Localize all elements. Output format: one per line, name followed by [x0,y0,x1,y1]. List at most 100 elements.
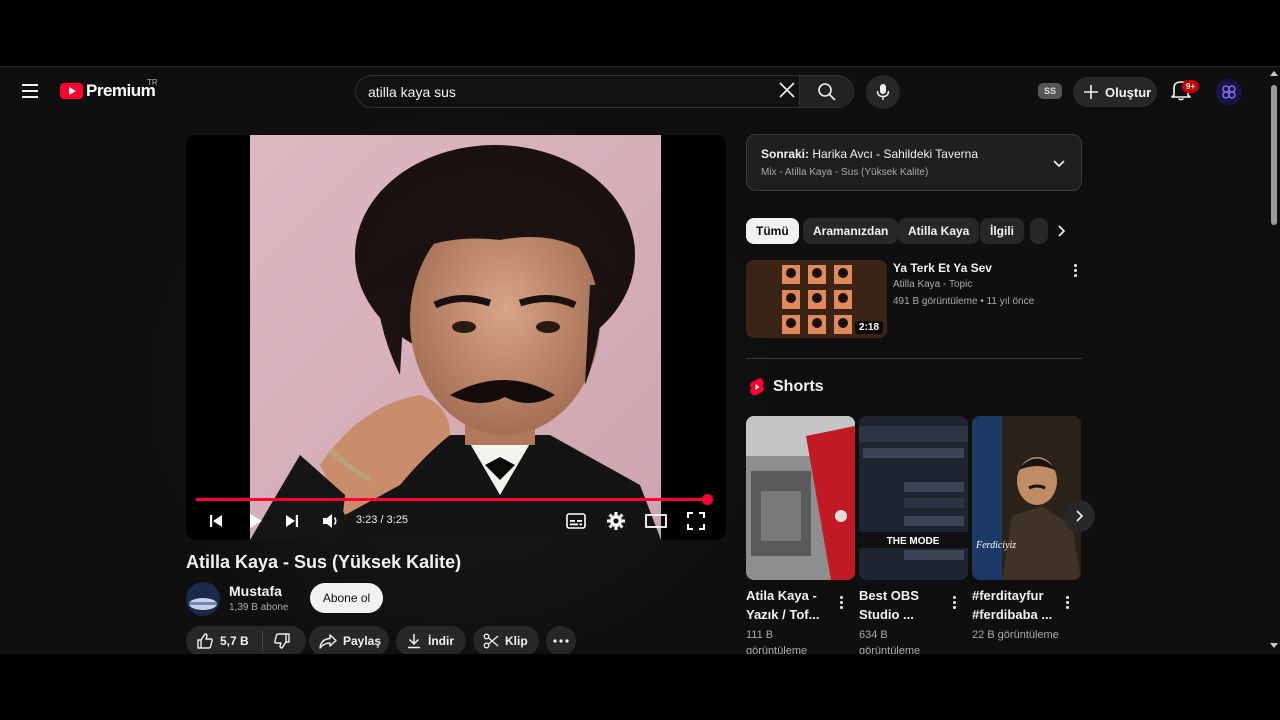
scroll-up-arrow-icon[interactable] [1270,71,1278,76]
time-display: 3:23 / 3:25 [356,514,408,526]
short-views-3: 22 B görüntüleme [972,629,1059,641]
like-dislike-group: 5,7 B [186,626,306,654]
short-title-1[interactable]: Atila Kaya - Yazık / Tof... [746,586,836,624]
account-avatar[interactable] [1216,79,1242,105]
short-card-1[interactable] [746,416,855,580]
short-views-1: 111 B görüntüleme [746,629,808,654]
share-icon [319,634,337,649]
like-button[interactable]: 5,7 B [186,632,262,650]
subscribe-button[interactable]: Abone ol [310,583,383,613]
theater-mode-button[interactable] [644,509,668,533]
section-divider [746,358,1082,359]
channel-name[interactable]: Mustafa [229,583,282,599]
previous-button[interactable] [204,509,228,533]
video-frame [250,135,661,540]
video-title: Atilla Kaya - Sus (Yüksek Kalite) [186,552,462,572]
more-horizontal-icon [553,639,569,643]
search-icon [817,82,836,101]
progress-played [196,498,707,501]
clip-button[interactable]: Klip [473,626,539,654]
ss-extension-badge[interactable]: SS [1038,83,1062,99]
gear-icon [607,512,625,530]
scroll-thumb[interactable] [1271,85,1277,225]
recommended-channel[interactable]: Atilla Kaya - Topic [893,279,972,290]
share-label: Paylaş [343,634,382,648]
thumbs-up-icon [197,633,213,649]
chevron-down-icon[interactable] [1049,153,1069,173]
progress-scrubber[interactable] [701,494,713,505]
subscriber-count: 1,39 B abone [229,602,289,613]
short-thumbnail [746,416,855,580]
create-button[interactable]: Oluştur [1073,77,1157,107]
short-thumbnail: Ferdiciyiz [972,416,1081,580]
play-button[interactable] [243,509,267,533]
shorts-next-button[interactable] [1063,500,1095,532]
search-button[interactable] [800,75,854,108]
up-next-playlist: Mix - Atilla Kaya - Sus (Yüksek Kalite) [761,167,929,178]
chip-all[interactable]: Tümü [746,218,799,244]
more-actions-button[interactable] [546,626,576,654]
short-title-2[interactable]: Best OBS Studio ... [859,586,949,624]
share-button[interactable]: Paylaş [309,626,389,654]
chips-next-icon[interactable] [1050,220,1072,242]
clear-search-icon[interactable] [777,80,799,102]
shorts-logo-icon [750,378,764,396]
up-next-prefix: Sonraki: [761,147,810,161]
download-button[interactable]: İndir [396,626,466,654]
more-vert-icon[interactable] [833,593,849,611]
search-input[interactable] [368,76,768,107]
chip-from-search[interactable]: Aramanızdan [803,218,899,244]
video-duration: 2:18 [854,321,883,334]
more-vert-icon[interactable] [946,593,962,611]
short-card-2[interactable]: THE MODE [859,416,968,580]
logo-text: Premium [86,81,156,100]
play-icon [250,514,262,528]
plus-icon [1084,85,1098,99]
scissors-icon [483,633,499,649]
create-label: Oluştur [1105,84,1152,100]
recommended-meta: 491 B görüntüleme • 11 yıl önce [893,296,1035,307]
scroll-down-arrow-icon[interactable] [1270,643,1278,648]
masthead: Premium TR SS Oluştur 9+ [0,67,1268,115]
microphone-icon [876,84,890,100]
up-next-line: Sonraki: Harika Avcı - Sahildeki Taverna [761,147,978,161]
voice-search-button[interactable] [866,75,900,109]
video-player[interactable]: 3:23 / 3:25 [186,135,726,540]
progress-bar[interactable] [196,494,713,505]
dislike-button[interactable] [263,632,297,650]
youtube-premium-logo[interactable]: Premium [60,81,156,101]
short-thumbnail: THE MODE [859,416,968,580]
clip-label: Klip [505,634,528,648]
youtube-play-icon [60,83,83,99]
up-next-panel[interactable]: Sonraki: Harika Avcı - Sahildeki Taverna… [746,134,1082,191]
chip-atilla-kaya[interactable]: Atilla Kaya [898,218,980,244]
skip-next-icon [286,515,298,527]
like-count: 5,7 B [220,634,249,648]
avatar-pattern-icon [1222,85,1236,99]
more-vert-icon[interactable] [1067,261,1083,279]
next-button[interactable] [280,509,304,533]
short-card-3[interactable]: Ferdiciyiz [972,416,1081,580]
volume-button[interactable] [319,509,343,533]
country-code: TR [147,78,158,87]
chip-related[interactable]: İlgili [980,218,1024,244]
chip-partial[interactable] [1030,218,1048,244]
theater-icon [645,514,667,528]
menu-icon[interactable] [14,75,46,107]
short-caption: THE MODE [887,536,940,547]
chevron-right-icon [1076,510,1084,522]
settings-button[interactable] [604,509,628,533]
short-views-2: 634 B görüntüleme [859,629,921,654]
youtube-page: Premium TR SS Oluştur 9+ [0,66,1280,654]
fullscreen-icon [687,512,705,530]
recommended-title[interactable]: Ya Terk Et Ya Sev [893,261,992,275]
page-scrollbar[interactable] [1268,67,1280,654]
recommended-thumbnail[interactable]: 2:18 [746,260,887,338]
short-title-3[interactable]: #ferditayfur #ferdibaba ... [972,586,1062,624]
more-vert-icon[interactable] [1059,593,1075,611]
shorts-header: Shorts [749,377,824,397]
subtitles-button[interactable] [564,509,588,533]
up-next-title: Harika Avcı - Sahildeki Taverna [812,147,978,161]
channel-avatar[interactable] [186,582,220,616]
fullscreen-button[interactable] [684,509,708,533]
